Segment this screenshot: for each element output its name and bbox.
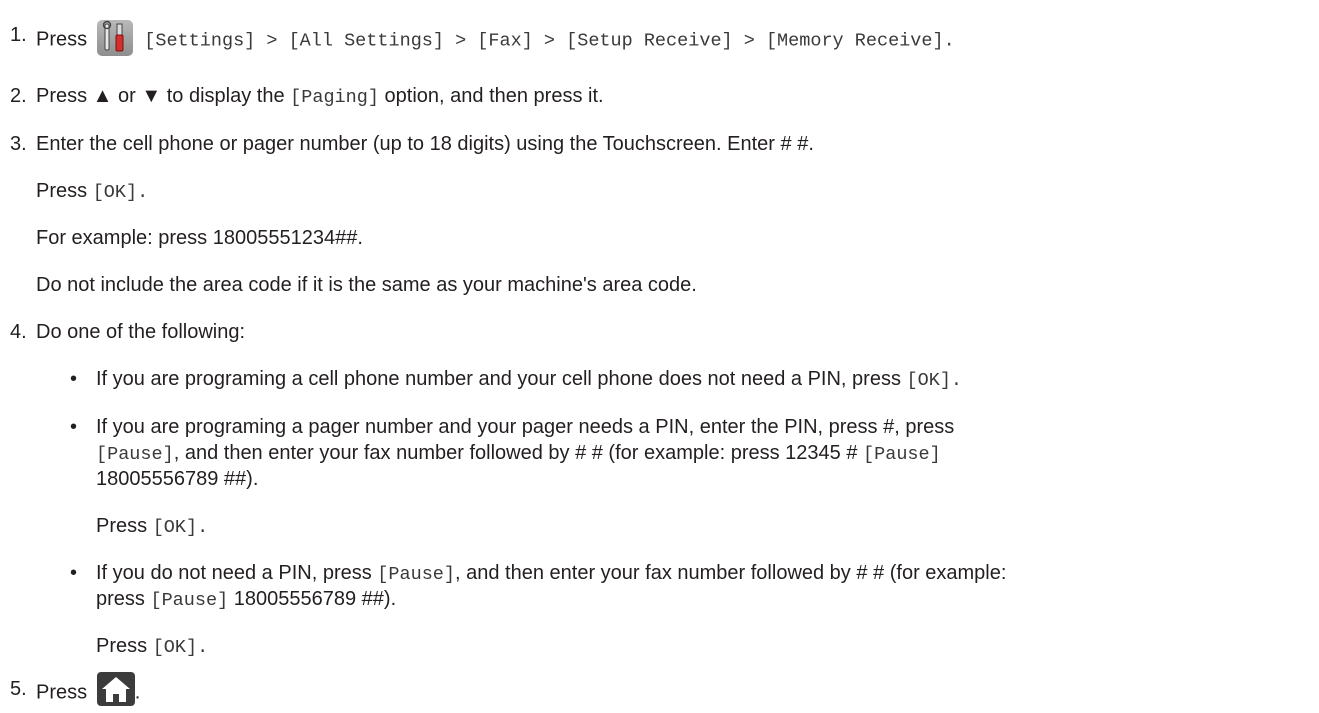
bullet-3-line2: press [Pause] 18005556789 ##). — [96, 586, 396, 614]
bullet-dot: • — [70, 562, 78, 584]
step-press-label: Press — [36, 28, 88, 51]
step-text: option, and then press it. — [384, 85, 604, 107]
step-number: 1. — [10, 24, 27, 46]
press-label: Press — [96, 515, 148, 537]
step-3-press-ok: Press [OK]. — [36, 178, 148, 206]
press-label: Press — [96, 635, 148, 657]
pause-button-ref: [Pause] — [150, 590, 229, 611]
step-text: Do one of the following: — [36, 321, 246, 343]
press-label: Press — [36, 180, 88, 202]
pause-button-ref: [Pause] — [377, 564, 456, 585]
step-text: Press ▲ or ▼ to display the — [36, 85, 285, 107]
ok-button-ref: [OK]. — [906, 370, 963, 391]
bullet-text: If you do not need a PIN, press — [96, 562, 372, 584]
bullet-dot: • — [70, 368, 78, 390]
pause-button-ref: [Pause] — [863, 444, 941, 465]
settings-menu-path: [Settings] > [All Settings] > [Fax] > [S… — [144, 30, 955, 52]
pause-button-ref: [Pause] — [96, 444, 174, 465]
ok-button-ref: [OK]. — [92, 182, 149, 203]
step-number: 5. — [10, 678, 27, 700]
bullet-3-press-ok: Press [OK]. — [96, 633, 208, 661]
step-number: 2. — [10, 85, 27, 107]
bullet-text: If you are programing a pager number and… — [96, 416, 955, 438]
bullet-text: , and then enter your fax number followe… — [173, 442, 858, 464]
bullet-2-line3: 18005556789 ##). — [96, 468, 259, 490]
home-icon[interactable] — [96, 672, 135, 706]
press-label: Press — [36, 681, 88, 704]
period: . — [134, 681, 141, 704]
ok-button-ref: [OK]. — [152, 637, 209, 658]
bullet-dot: • — [70, 416, 78, 438]
bullet-2-press-ok: Press [OK]. — [96, 513, 208, 541]
step-number: 3. — [10, 133, 27, 155]
bullet-2-line2: [Pause], and then enter your fax number … — [96, 440, 941, 468]
ok-button-ref: [OK]. — [152, 517, 209, 538]
bullet-text: If you are programing a cell phone numbe… — [96, 368, 901, 390]
step-number: 4. — [10, 321, 27, 343]
bullet-text: press — [96, 588, 145, 610]
paging-option: [Paging] — [290, 87, 379, 108]
step-3-example: For example: press 18005551234##. — [36, 227, 363, 249]
bullet-text: 18005556789 ##). — [233, 588, 397, 610]
bullet-text: , and then enter your fax number followe… — [455, 562, 1007, 584]
step-text: Enter the cell phone or pager number (up… — [36, 133, 814, 155]
settings-tools-icon[interactable] — [96, 20, 133, 56]
step-3-note: Do not include the area code if it is th… — [36, 274, 697, 296]
